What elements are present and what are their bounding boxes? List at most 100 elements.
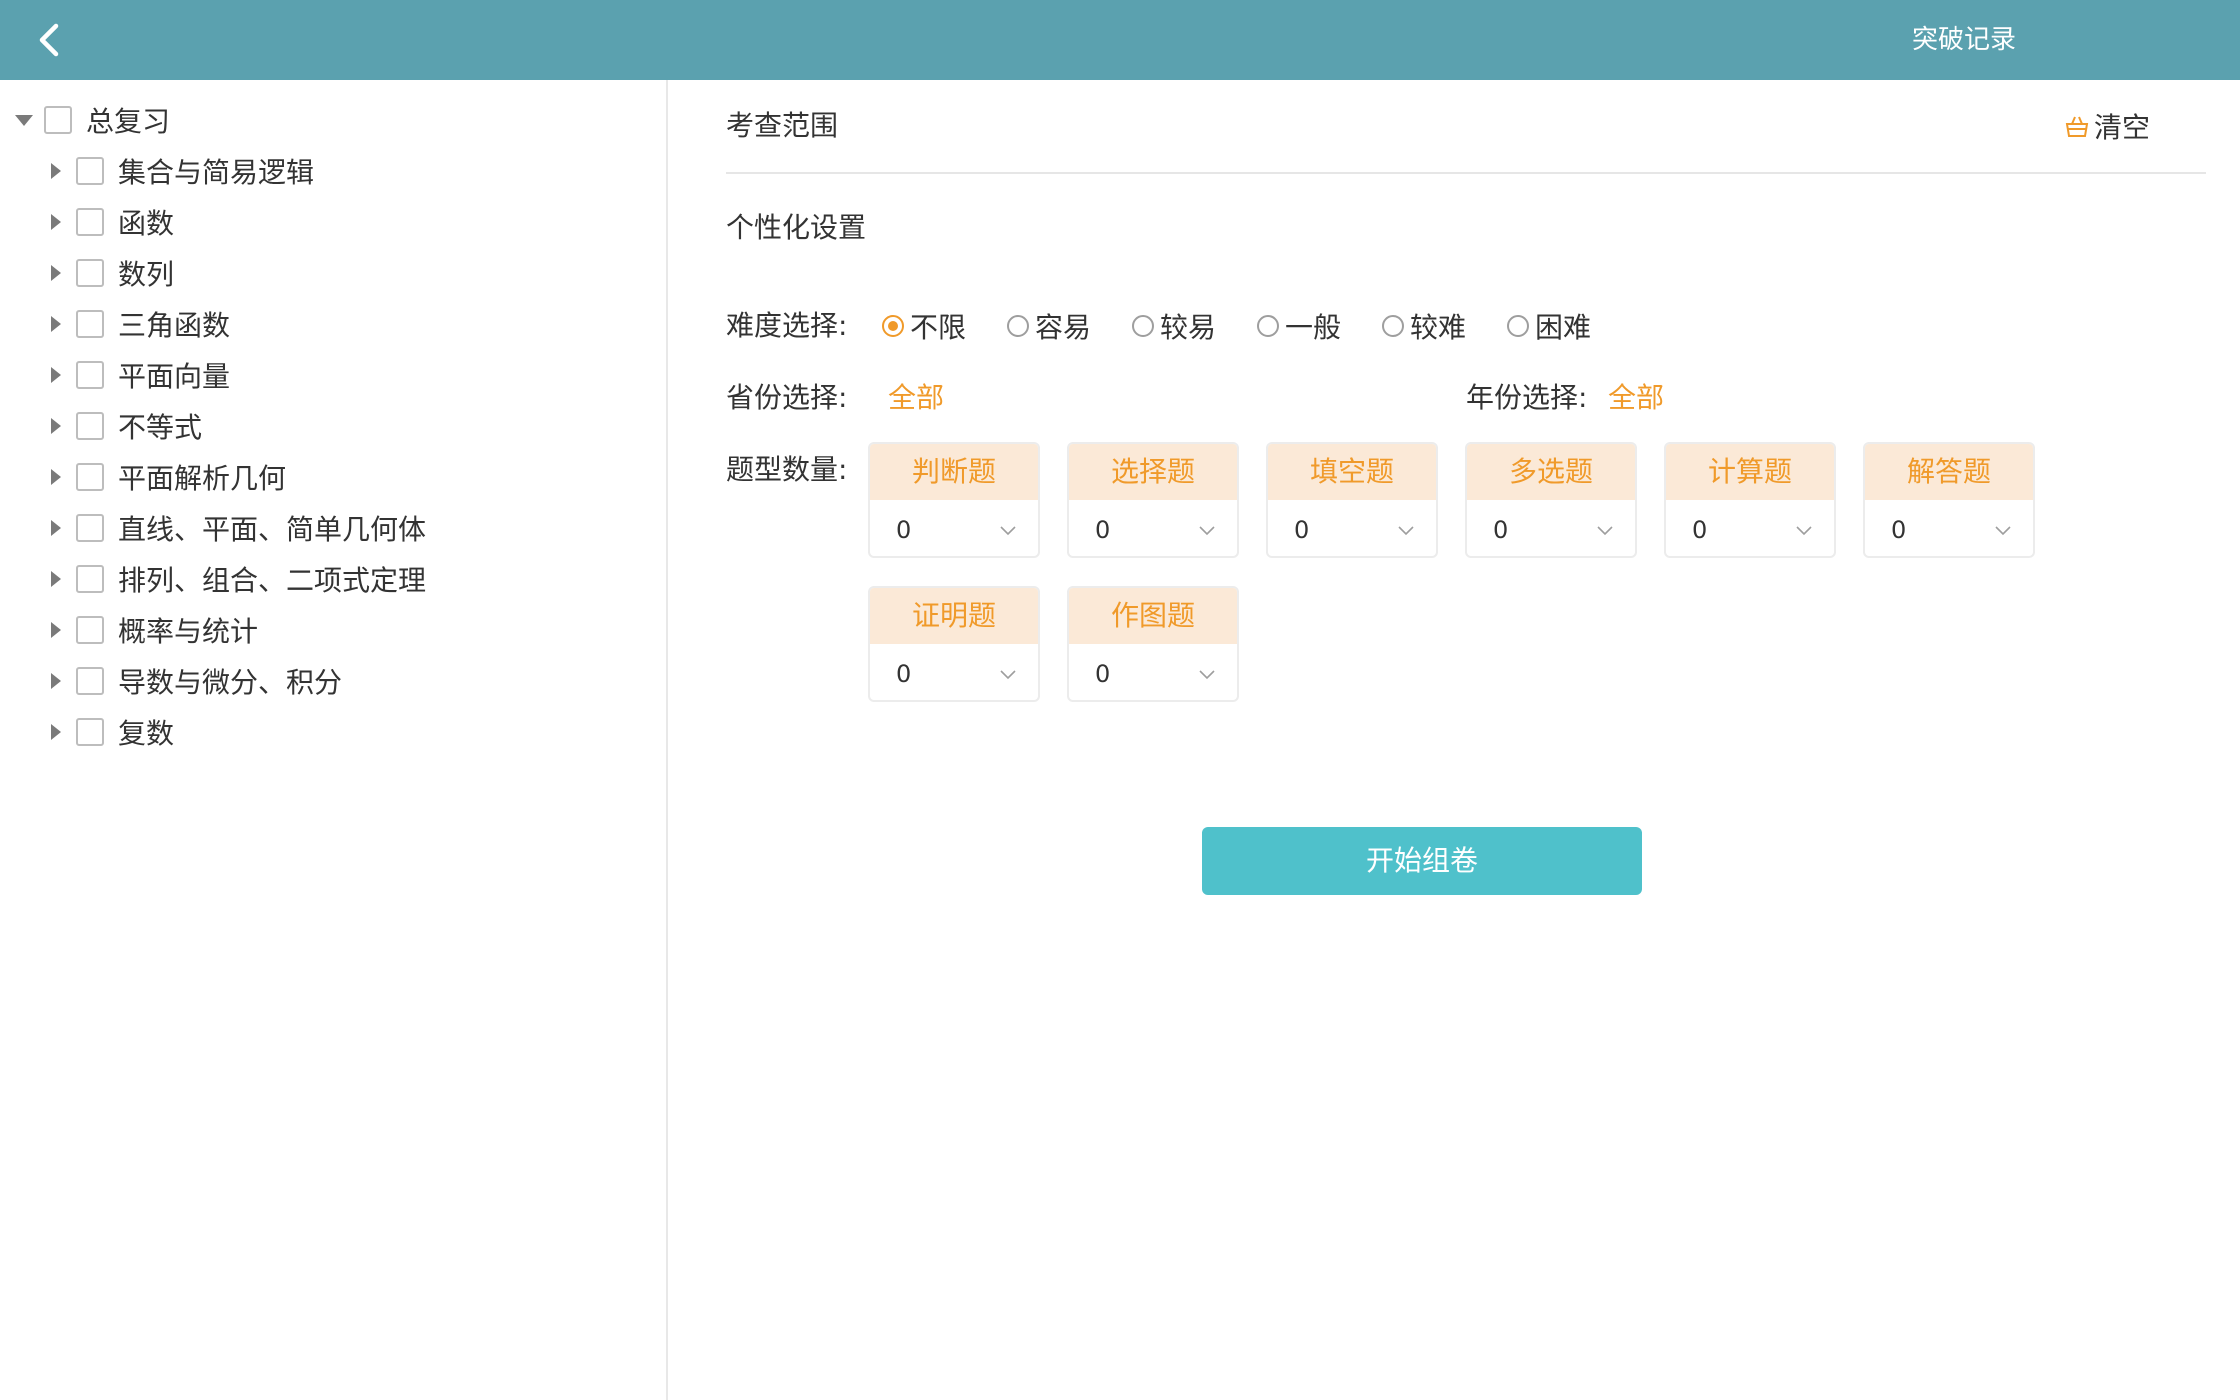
question-count-value: 0 [896, 516, 912, 544]
collapse-arrow-icon[interactable] [46, 467, 66, 487]
question-type-name: 作图题 [1069, 588, 1237, 644]
tree-checkbox[interactable] [76, 412, 104, 440]
radio-icon [1007, 315, 1029, 337]
radio-icon [1507, 315, 1529, 337]
difficulty-option[interactable]: 一般 [1257, 306, 1341, 346]
chevron-down-icon [1796, 526, 1812, 536]
tree-item[interactable]: 概率与统计 [46, 610, 258, 650]
tree-item[interactable]: 函数 [46, 202, 174, 242]
question-count-value: 0 [1891, 516, 1907, 544]
radio-selected-icon [882, 315, 904, 337]
province-select[interactable]: 全部 [888, 376, 944, 416]
tree-item[interactable]: 三角函数 [46, 304, 230, 344]
chevron-down-icon [1000, 526, 1016, 536]
tree-item-label: 三角函数 [118, 309, 231, 342]
radio-icon [1132, 315, 1154, 337]
tree-item-label: 导数与微分、积分 [118, 666, 343, 699]
collapse-arrow-icon[interactable] [46, 569, 66, 589]
question-count-value: 0 [1692, 516, 1708, 544]
start-compose-button[interactable]: 开始组卷 [1202, 827, 1642, 895]
question-count-select[interactable]: 0 [1865, 500, 2033, 556]
collapse-arrow-icon[interactable] [46, 722, 66, 742]
tree-item[interactable]: 导数与微分、积分 [46, 661, 342, 701]
chevron-left-icon [39, 23, 59, 57]
option-label: 一般 [1285, 311, 1342, 344]
divider [726, 172, 2206, 174]
collapse-arrow-icon[interactable] [46, 212, 66, 232]
tree-item[interactable]: 直线、平面、简单几何体 [46, 508, 426, 548]
chevron-down-icon [1199, 526, 1215, 536]
breakthrough-records-link[interactable]: 突破记录 [1912, 20, 2016, 60]
question-count-value: 0 [1095, 660, 1111, 688]
question-type-name: 填空题 [1268, 444, 1436, 500]
collapse-arrow-icon[interactable] [46, 365, 66, 385]
option-label: 困难 [1535, 311, 1592, 344]
tree-item-label: 概率与统计 [118, 615, 259, 648]
question-count-select[interactable]: 0 [870, 644, 1038, 700]
tree-checkbox[interactable] [76, 157, 104, 185]
question-count-value: 0 [896, 660, 912, 688]
tree-item[interactable]: 平面向量 [46, 355, 230, 395]
knowledge-tree-panel: 总复习 集合与简易逻辑 函数 数列 三角函数 平面向量 不等式 平面解析几何 直… [0, 80, 668, 1400]
tree-item-label: 函数 [118, 207, 175, 240]
tree-checkbox[interactable] [44, 106, 72, 134]
difficulty-option[interactable]: 困难 [1507, 306, 1591, 346]
year-select[interactable]: 全部 [1608, 376, 1664, 416]
collapse-arrow-icon[interactable] [46, 314, 66, 334]
province-label: 省份选择: [726, 381, 848, 414]
tree-item[interactable]: 不等式 [46, 406, 202, 446]
collapse-arrow-icon[interactable] [46, 416, 66, 436]
question-count-select[interactable]: 0 [1467, 500, 1635, 556]
clear-button[interactable]: 清空 [2046, 106, 2206, 146]
chevron-down-icon [1995, 526, 2011, 536]
top-bar: 突破记录 [0, 0, 2240, 80]
question-type-card: 填空题 0 [1266, 442, 1438, 558]
expand-arrow-icon[interactable] [14, 110, 34, 130]
tree-item-label: 直线、平面、简单几何体 [118, 513, 427, 546]
tree-checkbox[interactable] [76, 616, 104, 644]
tree-checkbox[interactable] [76, 208, 104, 236]
tree-checkbox[interactable] [76, 361, 104, 389]
collapse-arrow-icon[interactable] [46, 263, 66, 283]
tree-item-root[interactable]: 总复习 [14, 100, 170, 140]
chevron-down-icon [1398, 526, 1414, 536]
difficulty-option[interactable]: 较难 [1382, 306, 1466, 346]
personal-settings-title: 个性化设置 [726, 211, 867, 244]
difficulty-option[interactable]: 较易 [1132, 306, 1216, 346]
question-count-select[interactable]: 0 [1069, 500, 1237, 556]
tree-item[interactable]: 数列 [46, 253, 174, 293]
tree-item-label: 复数 [118, 717, 175, 750]
question-type-card: 解答题 0 [1863, 442, 2035, 558]
tree-item[interactable]: 排列、组合、二项式定理 [46, 559, 426, 599]
question-count-select[interactable]: 0 [1069, 644, 1237, 700]
question-count-select[interactable]: 0 [1666, 500, 1834, 556]
tree-item[interactable]: 集合与简易逻辑 [46, 151, 314, 191]
tree-checkbox[interactable] [76, 463, 104, 491]
tree-item[interactable]: 平面解析几何 [46, 457, 286, 497]
back-button[interactable] [28, 18, 72, 62]
basket-icon [2065, 116, 2089, 137]
question-count-value: 0 [1493, 516, 1509, 544]
question-type-card: 多选题 0 [1465, 442, 1637, 558]
tree-item[interactable]: 复数 [46, 712, 174, 752]
tree-item-label: 集合与简易逻辑 [118, 156, 315, 189]
collapse-arrow-icon[interactable] [46, 161, 66, 181]
difficulty-option[interactable]: 不限 [882, 306, 966, 346]
collapse-arrow-icon[interactable] [46, 620, 66, 640]
question-count-select[interactable]: 0 [870, 500, 1038, 556]
collapse-arrow-icon[interactable] [46, 518, 66, 538]
question-type-name: 证明题 [870, 588, 1038, 644]
question-types-label: 题型数量: [726, 453, 848, 486]
collapse-arrow-icon[interactable] [46, 671, 66, 691]
tree-checkbox[interactable] [76, 514, 104, 542]
tree-checkbox[interactable] [76, 718, 104, 746]
difficulty-option[interactable]: 容易 [1007, 306, 1091, 346]
question-type-card: 选择题 0 [1067, 442, 1239, 558]
tree-checkbox[interactable] [76, 667, 104, 695]
tree-checkbox[interactable] [76, 565, 104, 593]
tree-checkbox[interactable] [76, 259, 104, 287]
chevron-down-icon [1597, 526, 1613, 536]
question-type-card: 计算题 0 [1664, 442, 1836, 558]
question-count-select[interactable]: 0 [1268, 500, 1436, 556]
tree-checkbox[interactable] [76, 310, 104, 338]
